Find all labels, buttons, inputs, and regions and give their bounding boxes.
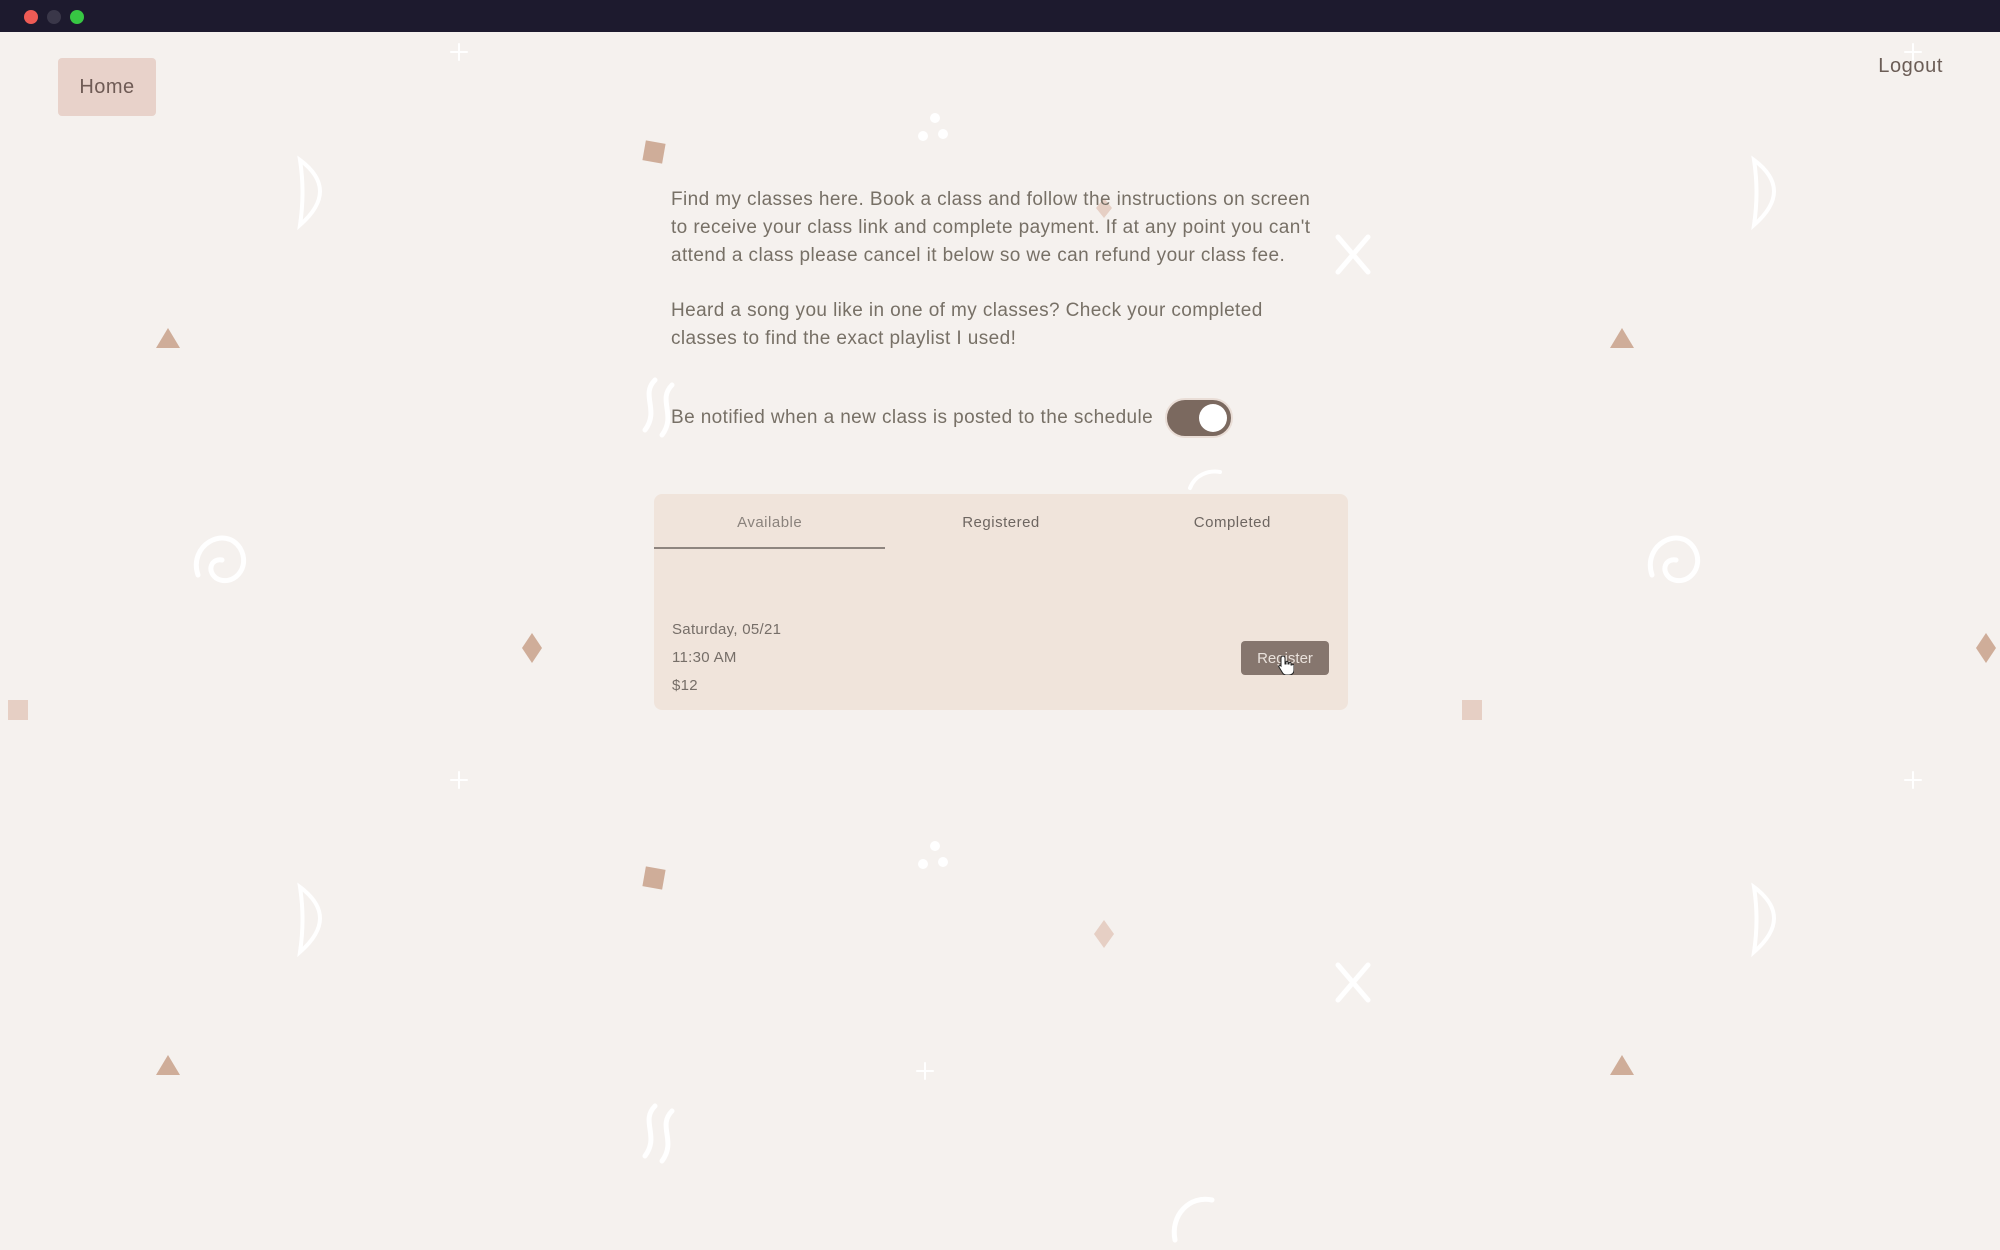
sparkle-shape <box>1904 771 1922 789</box>
x-shape <box>1335 234 1371 275</box>
class-list-item: Saturday, 05/21 11:30 AM $12 <box>672 616 781 700</box>
window-titlebar <box>0 0 2000 32</box>
class-tabs: Available Registered Completed <box>654 494 1348 549</box>
logout-link[interactable]: Logout <box>1878 55 1943 78</box>
squiggle-shape <box>642 1103 658 1159</box>
triangle-shape <box>1610 1055 1634 1075</box>
hand-pointer-icon <box>1278 655 1294 675</box>
swirl-shape <box>1171 1196 1215 1243</box>
square-shape <box>642 140 666 164</box>
tab-registered[interactable]: Registered <box>885 494 1116 549</box>
triangle-shape <box>1610 328 1634 348</box>
triangle-shape <box>156 1055 180 1075</box>
dots-shape <box>918 841 948 869</box>
notify-label: Be notified when a new class is posted t… <box>671 407 1154 428</box>
classes-card: Available Registered Completed Saturday,… <box>654 494 1348 710</box>
square-shape <box>642 866 666 890</box>
square-shape <box>1462 700 1482 720</box>
maximize-window-button[interactable] <box>70 10 84 24</box>
intro-paragraph-playlist: Heard a song you like in one of my class… <box>671 300 1263 349</box>
class-time: 11:30 AM <box>672 649 737 666</box>
swirl-shape <box>1188 469 1222 490</box>
class-price: $12 <box>672 677 698 694</box>
moon-shape <box>1751 155 1776 231</box>
tab-completed[interactable]: Completed <box>1117 494 1348 549</box>
notify-row: Be notified when a new class is posted t… <box>671 398 1234 438</box>
sparkle-shape <box>450 771 468 789</box>
moon-shape <box>297 882 322 958</box>
sparkle-shape <box>916 1062 934 1080</box>
diamond-shape <box>522 633 542 663</box>
tab-available[interactable]: Available <box>654 494 886 549</box>
home-button[interactable]: Home <box>58 58 156 116</box>
class-date: Saturday, 05/21 <box>672 621 782 638</box>
triangle-shape <box>156 328 180 348</box>
close-window-button[interactable] <box>24 10 38 24</box>
minimize-window-button[interactable] <box>47 10 61 24</box>
squiggle-shape <box>659 1108 675 1164</box>
notify-toggle[interactable] <box>1165 398 1234 438</box>
moon-shape <box>297 155 322 231</box>
square-shape <box>8 700 28 720</box>
dots-shape <box>918 113 948 141</box>
x-shape <box>1335 962 1371 1003</box>
swirl-shape <box>193 535 247 584</box>
squiggle-shape <box>642 377 658 433</box>
intro-paragraph-booking: Find my classes here. Book a class and f… <box>671 189 1311 266</box>
diamond-shape <box>1094 920 1114 948</box>
intro-text: Find my classes here. Book a class and f… <box>671 186 1331 380</box>
moon-shape <box>1751 882 1776 958</box>
swirl-shape <box>1647 535 1701 584</box>
diamond-shape <box>1976 633 1996 663</box>
toggle-knob <box>1199 404 1228 432</box>
sparkle-shape <box>450 43 468 61</box>
